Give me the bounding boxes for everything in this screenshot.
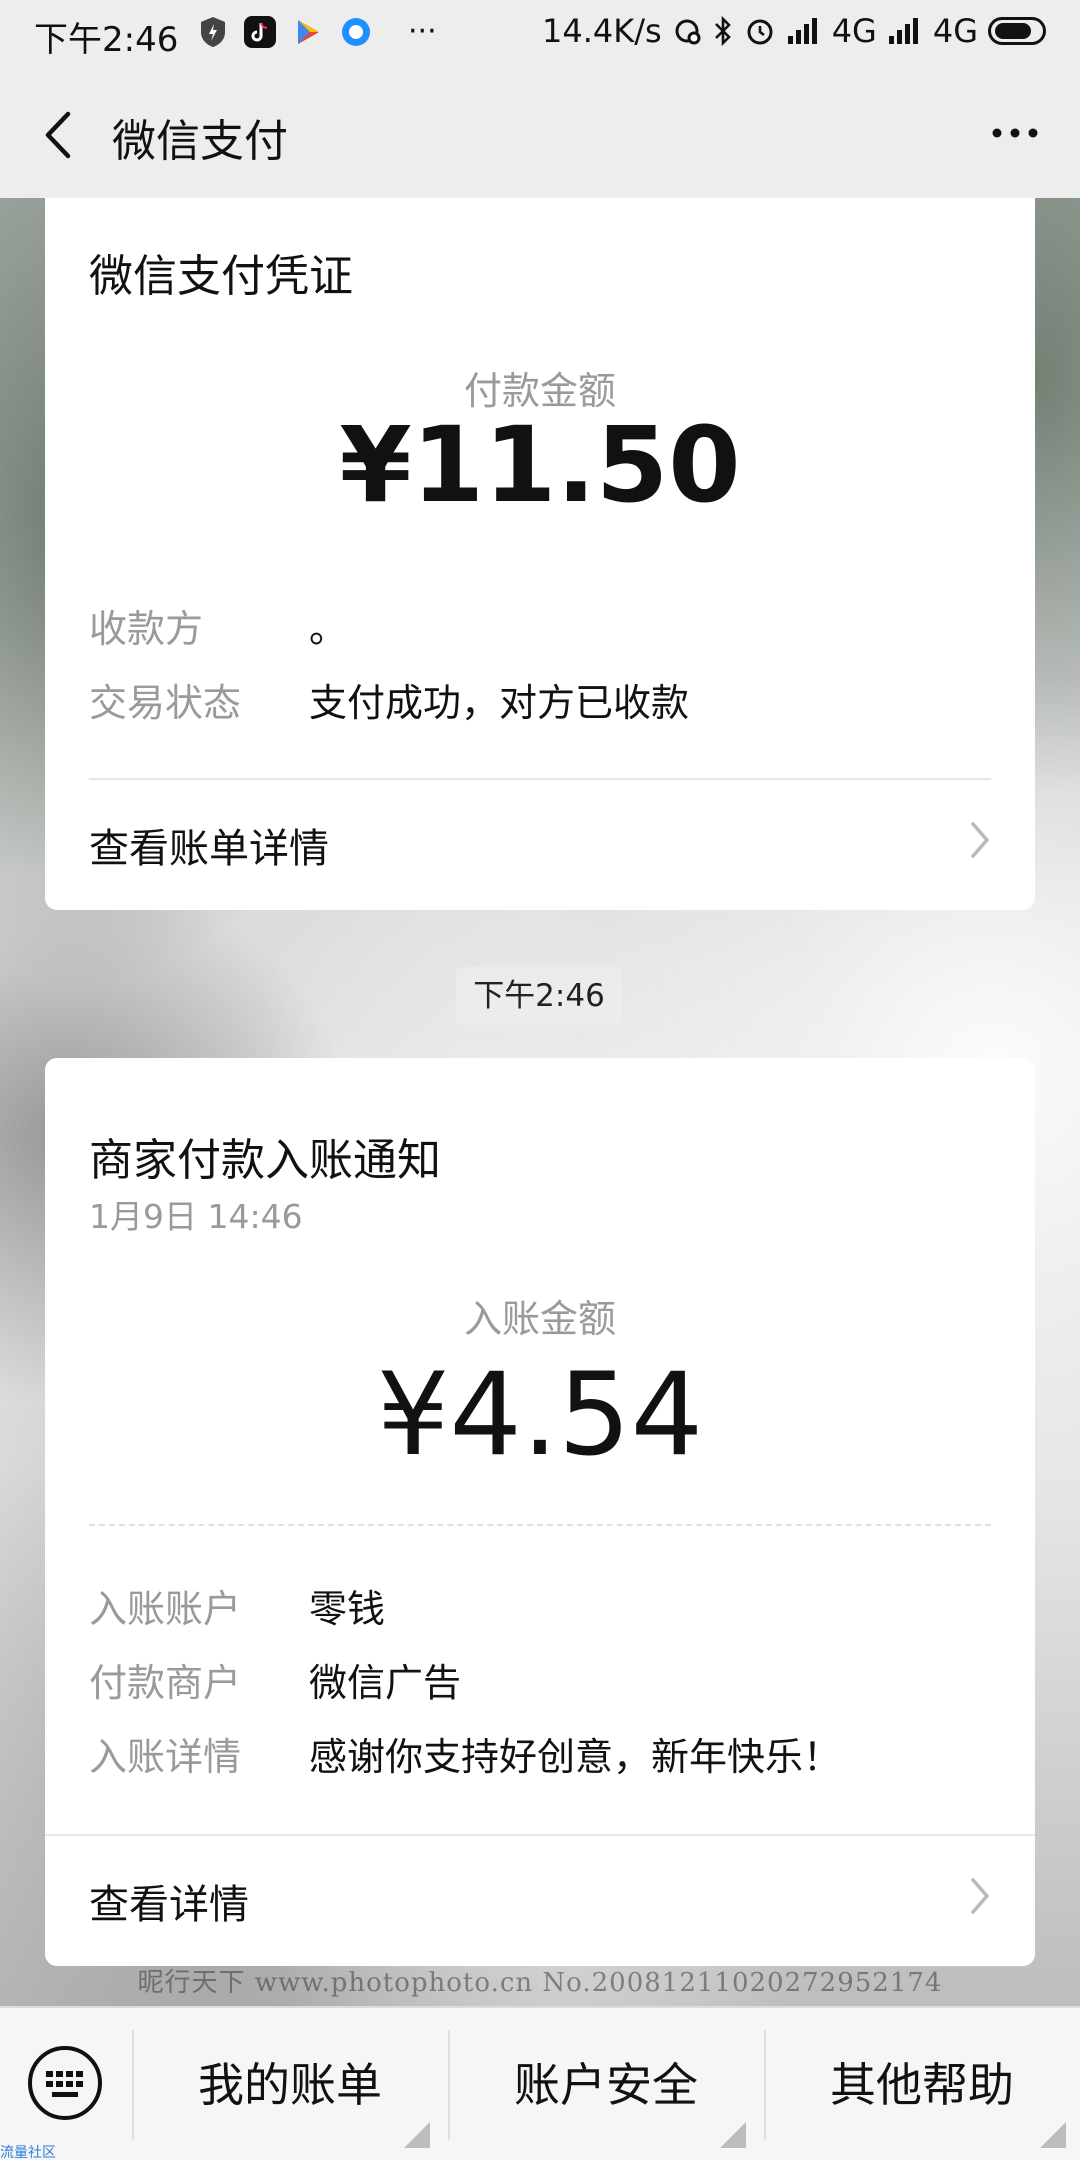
status-value: 支付成功，对方已收款 <box>309 681 690 725</box>
link-label: 查看账单详情 <box>89 826 329 872</box>
signal-hd-icon <box>888 18 918 44</box>
sync-icon <box>675 19 701 45</box>
status-more-indicator: ··· <box>408 14 437 49</box>
view-bill-details-link[interactable]: 查看账单详情 <box>45 780 1035 900</box>
bluetooth-icon <box>714 15 731 47</box>
details-value: 感谢你支持好创意，新年快乐！ <box>309 1735 842 1779</box>
link-label: 查看详情 <box>89 1882 249 1928</box>
menu-other-help[interactable]: 其他帮助 <box>764 2008 1080 2160</box>
menu-account-security[interactable]: 账户安全 <box>448 2008 764 2160</box>
status-app-icons: ··· <box>198 14 437 49</box>
notice-date: 1月9日 14:46 <box>89 1197 303 1236</box>
network-speed: 14.4K/s <box>542 12 662 50</box>
network-type-2: 4G <box>932 12 978 50</box>
tiktok-icon <box>244 15 276 48</box>
shield-icon <box>201 16 225 47</box>
back-arrow-icon[interactable] <box>38 108 78 162</box>
message-timestamp: 下午2:46 <box>456 967 622 1025</box>
play-store-icon <box>298 19 319 44</box>
keyboard-icon[interactable] <box>26 2044 104 2122</box>
payment-voucher-card: 微信支付凭证 付款金额 ¥11.50 收款方 。 交易状态 支付成功，对方已收款… <box>45 198 1035 910</box>
browser-icon <box>342 17 370 46</box>
amount-label: 入账金额 <box>463 1297 616 1341</box>
title-bar: 微信支付 <box>0 70 1080 198</box>
card-title: 商家付款入账通知 <box>89 1135 441 1186</box>
page-title: 微信支付 <box>112 116 288 167</box>
credited-amount: ¥4.54 <box>376 1348 704 1481</box>
dashed-divider <box>89 1524 991 1526</box>
payee-label: 收款方 <box>89 607 204 651</box>
battery-icon <box>988 17 1046 45</box>
view-details-link[interactable]: 查看详情 <box>45 1836 1035 1956</box>
bottom-menu-bar: 我的账单 账户安全 其他帮助 <box>0 2006 1080 2160</box>
card-title: 微信支付凭证 <box>89 251 353 302</box>
background-watermark: 昵行天下 www.photophoto.cn No.20081211020272… <box>137 1968 943 1998</box>
account-label: 入账账户 <box>89 1587 242 1631</box>
submenu-indicator-icon <box>404 2122 430 2148</box>
submenu-indicator-icon <box>1040 2122 1066 2148</box>
details-label: 入账详情 <box>89 1735 242 1779</box>
network-type-1: 4G <box>831 12 877 50</box>
chevron-right-icon <box>971 822 989 858</box>
account-value: 零钱 <box>309 1587 386 1631</box>
merchant-payment-card: 商家付款入账通知 1月9日 14:46 入账金额 ¥4.54 入账账户 零钱 付… <box>45 1058 1035 1966</box>
submenu-indicator-icon <box>720 2122 746 2148</box>
menu-my-bills[interactable]: 我的账单 <box>132 2008 448 2160</box>
alarm-icon <box>747 19 773 45</box>
merchant-value: 微信广告 <box>309 1661 462 1705</box>
chevron-right-icon <box>971 1878 989 1914</box>
status-bar: 下午2:46 ··· 14.4K/s 4G 4G <box>0 0 1080 70</box>
status-time: 下午2:46 <box>34 20 179 60</box>
signal-icon <box>787 18 817 44</box>
payment-amount: ¥11.50 <box>339 404 741 526</box>
status-right-group: 14.4K/s 4G 4G <box>542 12 1046 50</box>
merchant-label: 付款商户 <box>89 1661 242 1705</box>
payee-value: 。 <box>309 607 348 651</box>
status-label: 交易状态 <box>89 681 242 725</box>
corner-watermark: 流量社区 <box>0 2145 56 2160</box>
more-options-icon[interactable] <box>990 126 1040 140</box>
